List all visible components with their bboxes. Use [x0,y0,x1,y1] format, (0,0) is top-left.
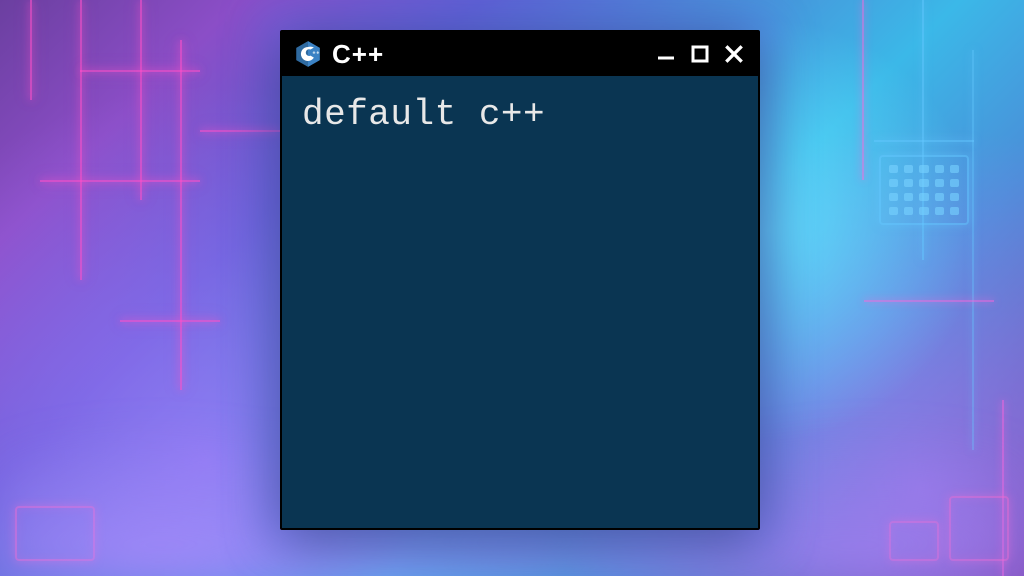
maximize-button[interactable] [688,42,712,66]
terminal-output: default c++ [302,94,738,135]
svg-text:+: + [316,51,319,57]
terminal-window: + + C++ default c++ [280,30,760,530]
terminal-body[interactable]: default c++ [282,76,758,528]
window-controls [654,42,746,66]
svg-text:+: + [312,51,315,57]
cpp-logo-icon: + + [294,40,322,68]
window-title: C++ [332,39,644,70]
minimize-button[interactable] [654,42,678,66]
close-button[interactable] [722,42,746,66]
window-titlebar[interactable]: + + C++ [282,32,758,76]
